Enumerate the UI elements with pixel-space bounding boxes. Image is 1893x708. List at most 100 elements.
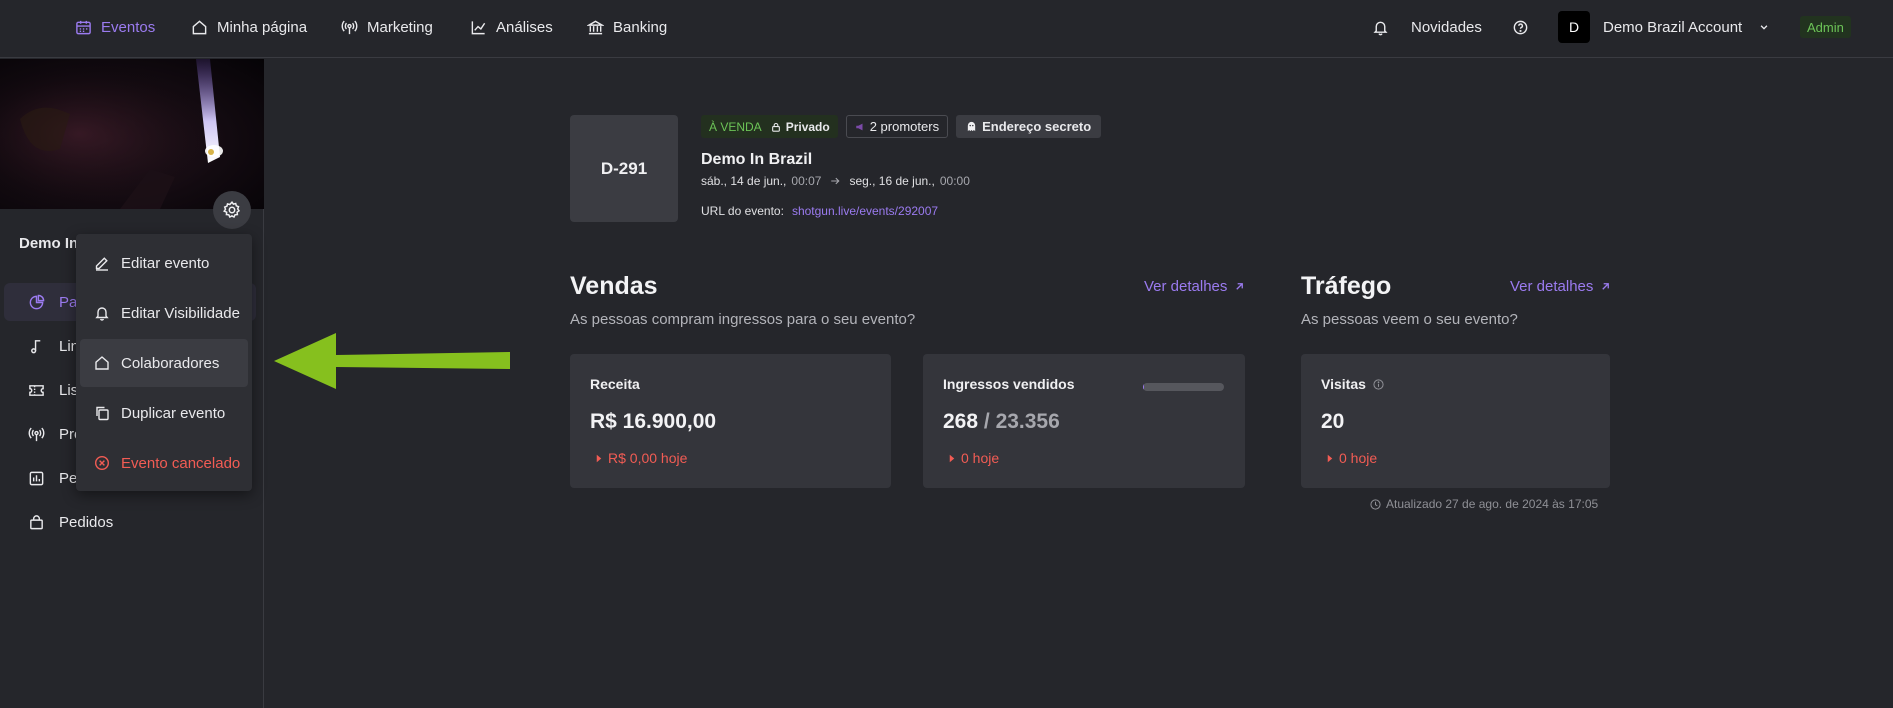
tickets-total: 23.356 [995, 410, 1060, 433]
home-icon [191, 19, 208, 36]
clock-icon [1370, 498, 1381, 510]
menu-item-colaboradores[interactable]: Colaboradores [80, 339, 248, 387]
menu-item-label: Duplicar evento [121, 404, 226, 422]
secret-address-badge[interactable]: Endereço secreto [956, 115, 1102, 138]
news-label: Novidades [1411, 18, 1482, 36]
nav-marketing[interactable]: Marketing [341, 0, 433, 54]
visits-value: 20 [1321, 410, 1345, 433]
menu-item-label: Editar evento [121, 254, 210, 272]
sales-details-link[interactable]: Ver detalhes [1144, 278, 1245, 295]
last-updated-label: Atualizado 27 de ago. de 2024 às 17:05 [1386, 497, 1599, 511]
end-time: 00:00 [939, 174, 970, 188]
details-label: Ver detalhes [1510, 278, 1594, 295]
menu-item-label: Colaboradores [121, 354, 220, 372]
promoters-label: 2 promoters [869, 119, 940, 134]
pie-chart-icon [28, 294, 45, 311]
broadcast-icon [341, 19, 358, 36]
calendar-icon [75, 19, 92, 36]
nav-banking[interactable]: Banking [587, 0, 667, 54]
event-cover-image [0, 59, 264, 209]
info-icon[interactable] [1373, 378, 1384, 390]
start-time: 00:07 [791, 174, 822, 188]
copy-icon [94, 405, 110, 421]
event-settings-button[interactable] [213, 191, 251, 229]
tickets-today: 0 hoje [949, 450, 999, 466]
tickets-progress-fill [1143, 383, 1144, 391]
nav-analises[interactable]: Análises [470, 0, 553, 54]
event-code-tile: D-291 [570, 115, 678, 222]
menu-item-editar-evento[interactable]: Editar evento [80, 239, 248, 287]
bell-icon [1372, 19, 1389, 36]
revenue-today-label: R$ 0,00 hoje [608, 450, 688, 466]
visits-label-row: Visitas [1321, 376, 1384, 392]
caret-right-icon [596, 454, 602, 463]
tickets-today-label: 0 hoje [961, 450, 1000, 466]
details-label: Ver detalhes [1144, 278, 1228, 295]
bag-icon [28, 514, 45, 531]
menu-item-evento-cancelado[interactable]: Evento cancelado [80, 439, 248, 487]
menu-item-editar-visibilidade[interactable]: Editar Visibilidade [80, 289, 248, 337]
start-date: sáb., 14 de jun., [701, 174, 787, 188]
traffic-details-link[interactable]: Ver detalhes [1510, 278, 1611, 295]
caret-right-icon [1327, 454, 1333, 463]
revenue-label: Receita [590, 376, 640, 392]
status-label: À VENDA [709, 119, 762, 134]
status-badge: À VENDA Privado [701, 115, 838, 138]
caret-right-icon [949, 454, 955, 463]
role-badge: Admin [1800, 16, 1851, 38]
avatar[interactable]: D [1558, 11, 1590, 43]
bell-icon [94, 305, 110, 321]
external-arrow-icon [1234, 281, 1245, 292]
arrow-annotation [274, 330, 514, 392]
help-button[interactable] [1512, 0, 1529, 54]
sales-title: Vendas [570, 272, 658, 300]
account-menu[interactable]: Demo Brazil Account [1603, 0, 1769, 54]
event-url-row: URL do evento: shotgun.live/events/29200… [701, 204, 938, 218]
nav-eventos[interactable]: Eventos [75, 0, 155, 54]
visits-today: 0 hoje [1327, 450, 1377, 466]
chevron-down-icon [1759, 22, 1769, 32]
sidebar-item-label: Pedidos [59, 513, 114, 531]
megaphone-icon [855, 122, 865, 132]
promoters-badge[interactable]: 2 promoters [845, 115, 949, 138]
sidebar-item-pedidos[interactable]: Pedidos [4, 503, 256, 541]
event-badges: À VENDA Privado 2 promoters Endereço sec… [701, 115, 1102, 138]
ticket-icon [28, 382, 45, 399]
tickets-sold: 268 [943, 410, 979, 433]
last-updated: Atualizado 27 de ago. de 2024 às 17:05 [1370, 497, 1598, 511]
visits-today-label: 0 hoje [1339, 450, 1378, 466]
nav-label: Banking [613, 18, 668, 36]
home-icon [94, 355, 110, 371]
gear-icon [222, 200, 242, 220]
privacy-label: Privado [785, 119, 830, 134]
account-name: Demo Brazil Account [1603, 18, 1743, 36]
news-button[interactable]: Novidades [1372, 0, 1482, 54]
lock-icon [771, 122, 781, 132]
traffic-subtitle: As pessoas veem o seu evento? [1301, 311, 1518, 328]
menu-item-label: Evento cancelado [121, 454, 241, 472]
revenue-value: R$ 16.900,00 [590, 410, 717, 433]
visits-card: Visitas 20 0 hoje [1301, 354, 1610, 488]
event-dates: sáb., 14 de jun., 00:07 seg., 16 de jun.… [701, 174, 970, 188]
broadcast-icon [28, 426, 45, 443]
tickets-progress-bar [1143, 383, 1224, 391]
survey-icon [28, 470, 45, 487]
tickets-value: 268 / 23.356 [943, 410, 1060, 434]
revenue-today: R$ 0,00 hoje [596, 450, 687, 466]
tickets-label: Ingressos vendidos [943, 376, 1075, 392]
end-date: seg., 16 de jun., [849, 174, 935, 188]
bank-icon [587, 19, 604, 36]
event-url-label: URL do evento: [701, 204, 784, 218]
external-arrow-icon [1600, 281, 1611, 292]
event-title: Demo In Brazil [701, 151, 813, 168]
event-url-link[interactable]: shotgun.live/events/292007 [792, 204, 938, 218]
traffic-title: Tráfego [1301, 272, 1392, 300]
nav-label: Marketing [367, 18, 433, 36]
music-note-icon [28, 338, 45, 355]
pencil-icon [94, 255, 110, 271]
arrow-right-icon [830, 176, 840, 186]
menu-item-duplicar-evento[interactable]: Duplicar evento [80, 389, 248, 437]
nav-minha-pagina[interactable]: Minha página [191, 0, 307, 54]
menu-item-label: Editar Visibilidade [121, 304, 240, 322]
sales-subtitle: As pessoas compram ingressos para o seu … [570, 311, 916, 328]
